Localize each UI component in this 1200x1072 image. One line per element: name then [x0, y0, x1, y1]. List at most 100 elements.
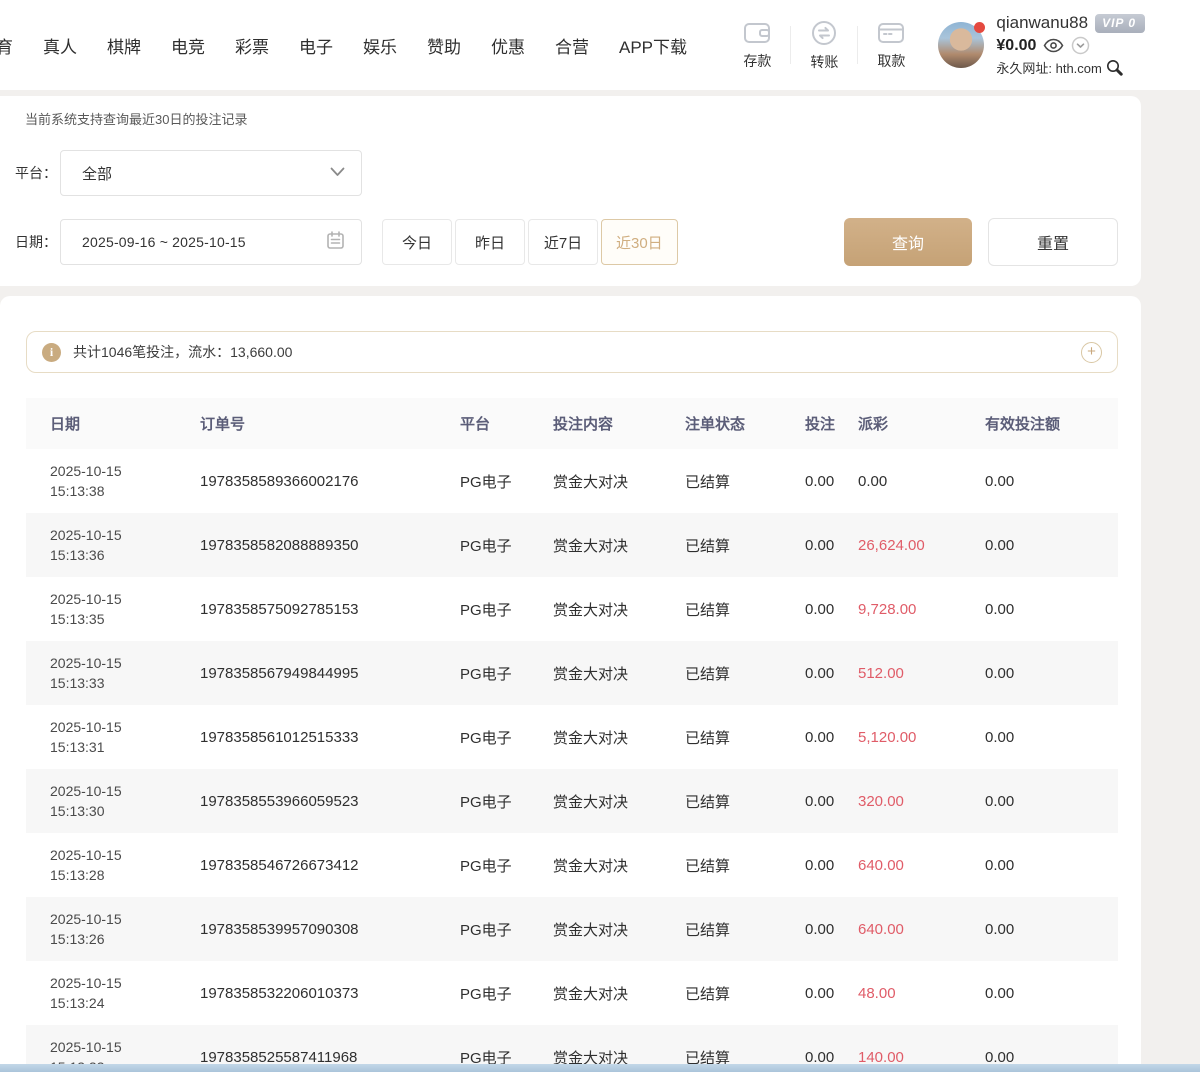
horizontal-scrollbar[interactable] [0, 1064, 1200, 1072]
table-row[interactable]: 2025-10-1515:13:33 1978358567949844995 P… [26, 641, 1118, 705]
cell-date: 2025-10-1515:13:38 [26, 461, 200, 501]
cell-order-number: 1978358553966059523 [200, 793, 460, 810]
column-header: 派彩 [858, 413, 985, 434]
nav-item[interactable]: APP下载 [619, 33, 687, 58]
deposit-label: 存款 [743, 51, 771, 71]
quick-yesterday-button[interactable]: 昨日 [455, 219, 525, 265]
table-row[interactable]: 2025-10-1515:13:31 1978358561012515333 P… [26, 705, 1118, 769]
collapse-balance-icon[interactable] [1071, 36, 1090, 55]
cell-bet-content: 赏金大对决 [553, 471, 685, 492]
cell-bet-amount: 0.00 [805, 1049, 858, 1066]
nav-item[interactable]: 彩票 [235, 33, 269, 58]
cell-bet-amount: 0.00 [805, 473, 858, 490]
transfer-button[interactable]: 转账 [791, 19, 857, 72]
bet-records-panel: i 共计1046笔投注，流水：13,660.00 + 日期订单号平台投注内容注单… [0, 296, 1141, 1072]
query-notice: 当前系统支持查询最近30日的投注记录 [0, 109, 1118, 128]
cell-order-number: 1978358561012515333 [200, 729, 460, 746]
cell-valid-amount: 0.00 [985, 793, 1118, 810]
cell-bet-amount: 0.00 [805, 601, 858, 618]
nav-item[interactable]: 合营 [555, 33, 589, 58]
transfer-icon [810, 19, 838, 47]
column-header: 平台 [460, 413, 553, 434]
withdraw-button[interactable]: 取款 [858, 20, 924, 71]
vip-badge: VIP 0 [1095, 14, 1145, 33]
search-icon[interactable] [1106, 59, 1123, 76]
cell-status: 已结算 [685, 919, 805, 940]
cell-order-number: 1978358539957090308 [200, 921, 460, 938]
cell-date: 2025-10-1515:13:35 [26, 589, 200, 629]
cell-status: 已结算 [685, 535, 805, 556]
cell-bet-content: 赏金大对决 [553, 727, 685, 748]
cell-order-number: 1978358567949844995 [200, 665, 460, 682]
cell-bet-amount: 0.00 [805, 985, 858, 1002]
table-row[interactable]: 2025-10-1515:13:38 1978358589366002176 P… [26, 449, 1118, 513]
user-avatar[interactable] [938, 22, 984, 68]
cell-date: 2025-10-1515:13:36 [26, 525, 200, 565]
cell-order-number: 1978358532206010373 [200, 985, 460, 1002]
nav-item[interactable]: 棋牌 [107, 33, 141, 58]
table-row[interactable]: 2025-10-1515:13:28 1978358546726673412 P… [26, 833, 1118, 897]
cell-bet-amount: 0.00 [805, 537, 858, 554]
cell-valid-amount: 0.00 [985, 601, 1118, 618]
nav-item[interactable]: 优惠 [491, 33, 525, 58]
column-header: 注单状态 [685, 413, 805, 434]
cell-bet-content: 赏金大对决 [553, 855, 685, 876]
platform-label: 平台： [0, 163, 60, 183]
deposit-button[interactable]: 存款 [724, 20, 790, 71]
table-row[interactable]: 2025-10-1515:13:35 1978358575092785153 P… [26, 577, 1118, 641]
wallet-icon [742, 20, 772, 46]
balance-amount: ¥0.00 [996, 37, 1036, 55]
cell-bet-content: 赏金大对决 [553, 919, 685, 940]
date-label: 日期： [0, 232, 60, 252]
calendar-icon [326, 230, 345, 255]
cell-valid-amount: 0.00 [985, 729, 1118, 746]
nav-item-partial[interactable]: 育 [0, 33, 13, 58]
nav-item[interactable]: 真人 [43, 33, 77, 58]
platform-select[interactable]: 全部 [60, 150, 362, 196]
cell-bet-content: 赏金大对决 [553, 535, 685, 556]
top-navigation: 育 真人 棋牌 电竞 彩票 电子 娱乐 赞助 优惠 合营 APP下载 存款 转账 [0, 0, 1200, 90]
table-row[interactable]: 2025-10-1515:13:26 1978358539957090308 P… [26, 897, 1118, 961]
quick-30days-button[interactable]: 近30日 [601, 219, 678, 265]
cell-payout: 5,120.00 [858, 729, 985, 746]
expand-plus-icon[interactable]: + [1081, 342, 1102, 363]
cell-order-number: 1978358546726673412 [200, 857, 460, 874]
reset-button[interactable]: 重置 [988, 218, 1118, 266]
username[interactable]: qianwanu88 [996, 13, 1088, 33]
column-header: 投注 [805, 413, 858, 434]
query-button[interactable]: 查询 [844, 218, 972, 266]
user-info: qianwanu88 VIP 0 ¥0.00 [996, 13, 1145, 77]
nav-item[interactable]: 电子 [299, 33, 333, 58]
nav-item[interactable]: 娱乐 [363, 33, 397, 58]
cell-valid-amount: 0.00 [985, 921, 1118, 938]
nav-item[interactable]: 赞助 [427, 33, 461, 58]
cell-valid-amount: 0.00 [985, 985, 1118, 1002]
chevron-down-icon [330, 164, 345, 182]
permanent-url[interactable]: 永久网址: hth.com [996, 58, 1101, 77]
date-range-value: 2025-09-16 ~ 2025-10-15 [82, 234, 246, 250]
cell-platform: PG电子 [460, 599, 553, 620]
nav-item[interactable]: 电竞 [171, 33, 205, 58]
cell-bet-amount: 0.00 [805, 729, 858, 746]
table-row[interactable]: 2025-10-1515:13:30 1978358553966059523 P… [26, 769, 1118, 833]
cell-date: 2025-10-1515:13:30 [26, 781, 200, 821]
cell-payout: 140.00 [858, 1049, 985, 1066]
eye-icon[interactable] [1043, 38, 1064, 53]
cell-platform: PG电子 [460, 663, 553, 684]
cell-payout: 26,624.00 [858, 537, 985, 554]
cell-date: 2025-10-1515:13:33 [26, 653, 200, 693]
quick-today-button[interactable]: 今日 [382, 219, 452, 265]
cell-status: 已结算 [685, 471, 805, 492]
table-row[interactable]: 2025-10-1515:13:36 1978358582088889350 P… [26, 513, 1118, 577]
date-range-picker[interactable]: 2025-09-16 ~ 2025-10-15 [60, 219, 362, 265]
cell-bet-content: 赏金大对决 [553, 983, 685, 1004]
cell-bet-content: 赏金大对决 [553, 663, 685, 684]
cell-payout: 9,728.00 [858, 601, 985, 618]
column-header: 投注内容 [553, 413, 685, 434]
quick-7days-button[interactable]: 近7日 [528, 219, 598, 265]
cell-status: 已结算 [685, 599, 805, 620]
table-row[interactable]: 2025-10-1515:13:24 1978358532206010373 P… [26, 961, 1118, 1025]
cell-valid-amount: 0.00 [985, 665, 1118, 682]
cell-status: 已结算 [685, 983, 805, 1004]
cell-payout: 0.00 [858, 473, 985, 490]
